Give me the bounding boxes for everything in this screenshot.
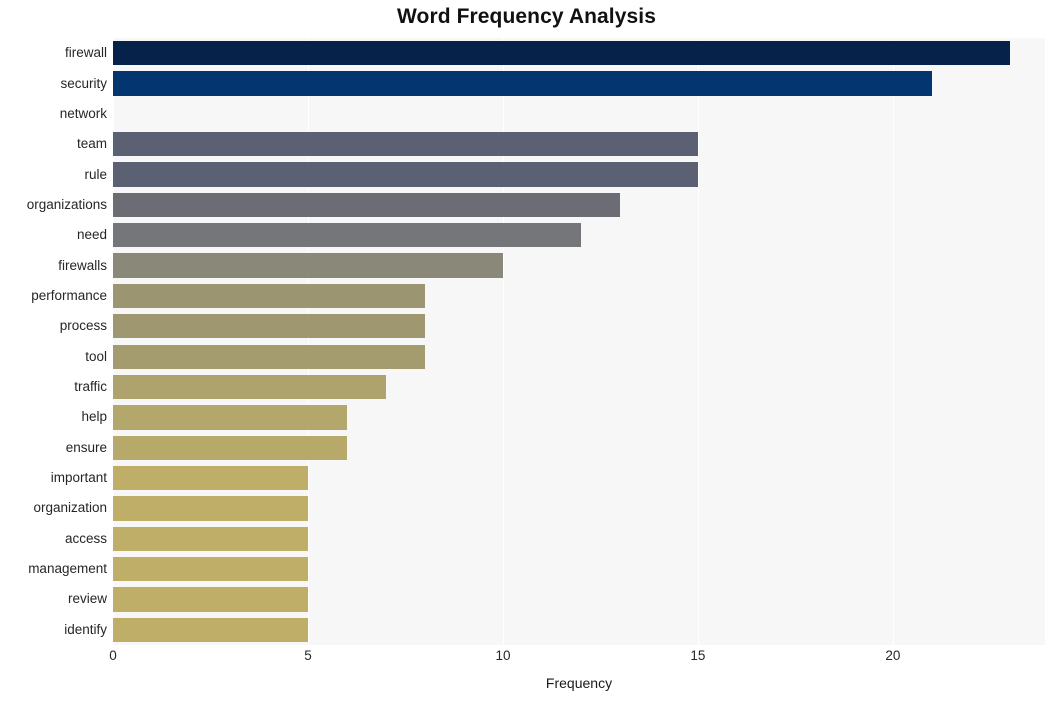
bar-row (113, 617, 1045, 642)
y-tick-label-management: management (28, 561, 107, 577)
x-tick-label-15: 15 (690, 648, 706, 663)
gridline-5 (307, 38, 309, 645)
x-axis-tick-labels: 0 5 10 15 20 (0, 648, 1053, 672)
bar-row (113, 556, 1045, 582)
x-tick-label-5: 5 (304, 648, 312, 663)
y-tick-label-need: need (76, 227, 107, 243)
bar-row (113, 465, 1045, 491)
bar-review (113, 587, 308, 612)
bar-firewalls (113, 253, 503, 278)
plot-area (113, 38, 1045, 645)
bar-need (113, 223, 581, 248)
x-tick-label-10: 10 (495, 648, 511, 663)
y-tick-label-organization: organization (33, 500, 107, 516)
bar-row (113, 587, 1045, 612)
bar-network (113, 102, 815, 126)
y-tick-label-security: security (60, 75, 107, 91)
bar-firewall (113, 41, 1010, 66)
bar-traffic (113, 374, 386, 400)
y-tick-label-important: important (50, 470, 107, 486)
bar-row (113, 435, 1045, 460)
x-axis-title: Frequency (545, 675, 613, 691)
bar-row (113, 71, 1045, 96)
gridline-10 (502, 38, 504, 645)
gridline-20 (892, 38, 894, 645)
bar-help (113, 405, 347, 430)
y-axis-tick-labels: firewall security network team rule organizat… (0, 38, 107, 645)
y-tick-label-performance: performance (31, 287, 107, 303)
bar-row (113, 314, 1045, 339)
bar-row (113, 405, 1045, 430)
y-tick-label-ensure: ensure (65, 439, 107, 455)
bar-row (113, 374, 1045, 400)
gridline-0 (113, 38, 114, 645)
bar-row (113, 192, 1045, 218)
y-tick-label-review: review (67, 591, 107, 607)
y-tick-label-team: team (76, 136, 107, 152)
bar-row (113, 132, 1045, 157)
bar-organizations (113, 192, 620, 218)
y-tick-label-identify: identify (64, 621, 107, 637)
bar-access (113, 526, 308, 551)
bar-row (113, 496, 1045, 521)
bar-performance (113, 283, 425, 309)
bar-management (113, 556, 308, 582)
bar-tool (113, 344, 425, 369)
bar-row (113, 223, 1045, 248)
x-tick-label-0: 0 (109, 648, 117, 663)
bar-row (113, 102, 1045, 126)
bar-organization (113, 496, 308, 521)
word-frequency-bar-chart: Word Frequency Analysis firewall security… (0, 0, 1053, 701)
y-tick-label-traffic: traffic (74, 379, 107, 395)
bar-rule (113, 162, 698, 187)
y-tick-label-process: process (59, 318, 107, 334)
bar-team (113, 132, 698, 157)
bar-ensure (113, 435, 347, 460)
bar-row (113, 344, 1045, 369)
x-tick-label-20: 20 (885, 648, 901, 663)
bar-important (113, 465, 308, 491)
y-tick-label-tool: tool (85, 348, 107, 364)
y-tick-label-rule: rule (84, 166, 107, 182)
gridline-15 (697, 38, 699, 645)
bar-process (113, 314, 425, 339)
bar-row (113, 253, 1045, 278)
y-tick-label-access: access (64, 530, 107, 546)
bar-row (113, 283, 1045, 309)
bar-row (113, 41, 1045, 66)
y-tick-label-firewall: firewall (64, 45, 107, 61)
chart-title: Word Frequency Analysis (396, 5, 657, 28)
y-tick-label-organizations: organizations (26, 196, 107, 212)
bar-security (113, 71, 932, 96)
y-tick-label-help: help (81, 409, 107, 425)
bar-identify (113, 617, 308, 642)
y-tick-label-network: network (59, 105, 107, 121)
bar-row (113, 526, 1045, 551)
bar-row (113, 162, 1045, 187)
y-tick-label-firewalls: firewalls (58, 257, 107, 273)
